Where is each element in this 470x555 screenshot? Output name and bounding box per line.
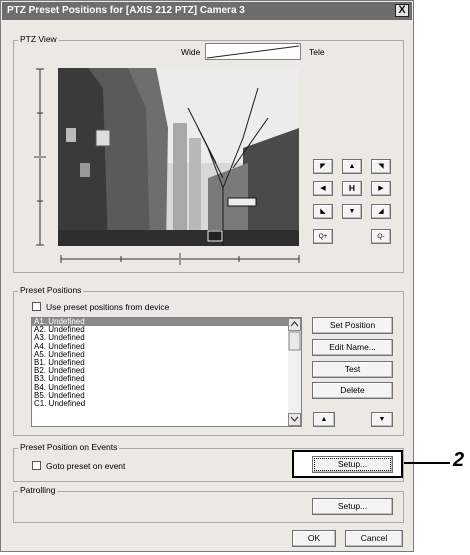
goto-preset-label: Goto preset on event bbox=[46, 461, 126, 471]
tilt-slider[interactable] bbox=[33, 67, 47, 247]
preset-items: A1. Undefined A2. Undefined A3. Undefined A… bbox=[32, 318, 301, 408]
callout-leader bbox=[404, 462, 450, 464]
use-device-presets-checkbox[interactable] bbox=[32, 302, 41, 311]
edit-name-button[interactable]: Edit Name... bbox=[312, 339, 393, 356]
home-button[interactable]: H bbox=[342, 181, 362, 196]
zoom-out-button[interactable]: Q- bbox=[371, 229, 391, 244]
events-group-label: Preset Position on Events bbox=[18, 442, 120, 452]
zoom-tele-label: Tele bbox=[309, 47, 325, 57]
goto-preset-checkbox[interactable] bbox=[32, 461, 41, 470]
use-device-presets-label: Use preset positions from device bbox=[46, 302, 170, 312]
zoom-in-button[interactable]: Q+ bbox=[313, 229, 333, 244]
zoom-slider[interactable] bbox=[205, 43, 301, 60]
close-button[interactable]: X bbox=[395, 4, 409, 17]
pan-up-left-button[interactable]: ◤ bbox=[313, 159, 333, 174]
move-down-button[interactable]: ▼ bbox=[371, 412, 393, 427]
patrolling-setup-button[interactable]: Setup... bbox=[312, 498, 393, 515]
pan-up-right-button[interactable]: ◥ bbox=[371, 159, 391, 174]
pan-down-button[interactable]: ▼ bbox=[342, 204, 362, 219]
callout-label: 2 bbox=[453, 449, 465, 471]
preset-list-scrollbar[interactable] bbox=[288, 318, 301, 426]
pan-up-button[interactable]: ▲ bbox=[342, 159, 362, 174]
title-bar: PTZ Preset Positions for [AXIS 212 PTZ] … bbox=[2, 2, 412, 20]
zoom-wide-label: Wide bbox=[181, 47, 201, 57]
cancel-button[interactable]: Cancel bbox=[345, 530, 403, 547]
move-up-button[interactable]: ▲ bbox=[313, 412, 335, 427]
window-title: PTZ Preset Positions for [AXIS 212 PTZ] … bbox=[7, 5, 245, 16]
set-position-button[interactable]: Set Position bbox=[312, 317, 393, 334]
pan-down-left-button[interactable]: ◣ bbox=[313, 204, 333, 219]
preset-positions-label: Preset Positions bbox=[18, 285, 84, 295]
delete-button[interactable]: Delete bbox=[312, 382, 393, 399]
ok-button[interactable]: OK bbox=[292, 530, 336, 547]
preset-list[interactable]: A1. Undefined A2. Undefined A3. Undefined A… bbox=[31, 317, 302, 427]
preset-list-item[interactable]: C1. Undefined bbox=[32, 399, 301, 408]
patrolling-label: Patrolling bbox=[18, 485, 58, 495]
ptz-preset-dialog: PTZ Preset Positions for [AXIS 212 PTZ] … bbox=[0, 0, 414, 552]
pan-down-right-button[interactable]: ◢ bbox=[371, 204, 391, 219]
pan-left-button[interactable]: ◀ bbox=[313, 181, 333, 196]
ptz-view-label: PTZ View bbox=[18, 34, 59, 44]
events-setup-button[interactable]: Setup... bbox=[312, 456, 393, 473]
pan-slider[interactable] bbox=[59, 252, 301, 266]
camera-view[interactable] bbox=[58, 68, 299, 246]
test-button[interactable]: Test bbox=[312, 361, 393, 378]
pan-right-button[interactable]: ▶ bbox=[371, 181, 391, 196]
